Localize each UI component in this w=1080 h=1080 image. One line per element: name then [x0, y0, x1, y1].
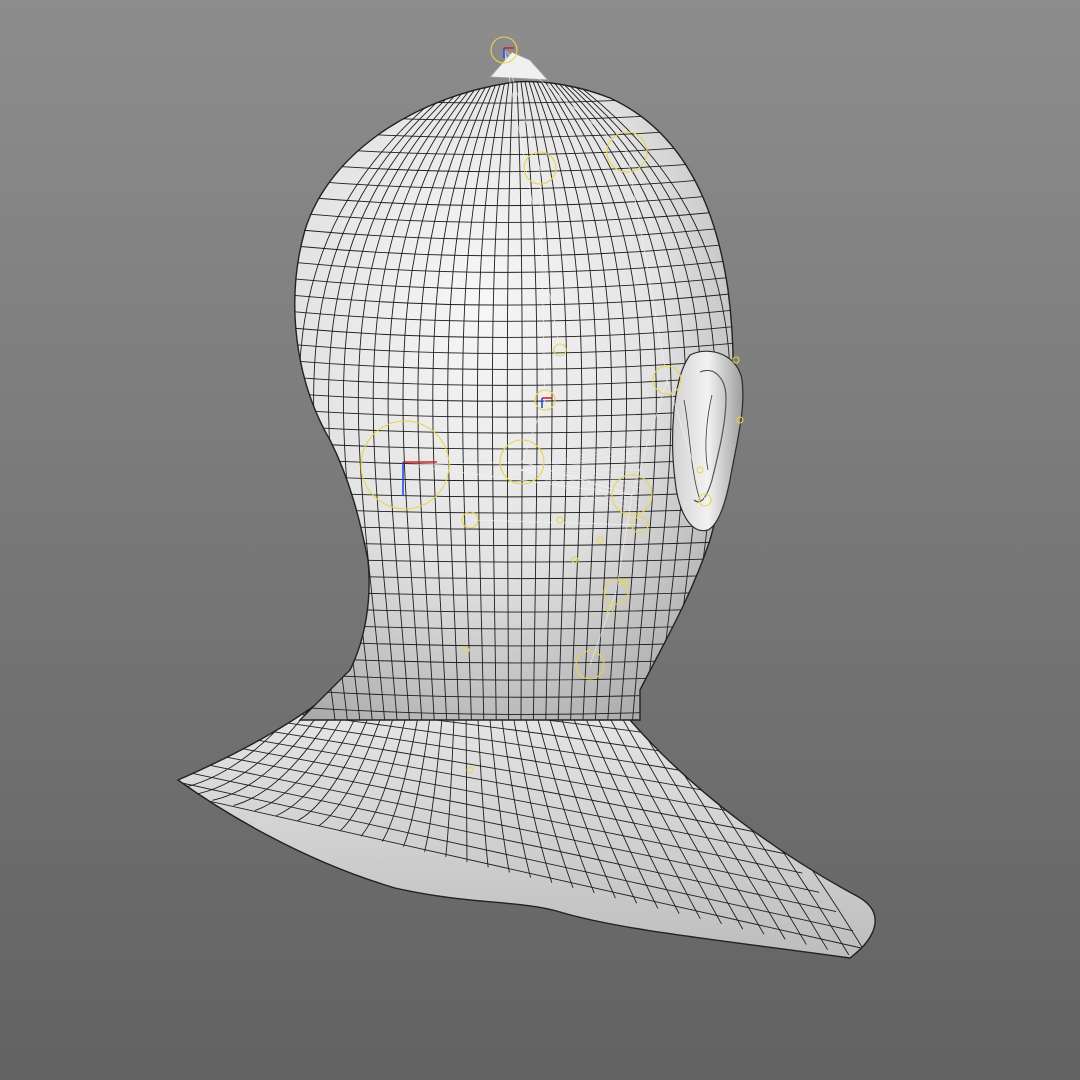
- 3d-viewport[interactable]: [0, 0, 1080, 1080]
- viewport-canvas[interactable]: [0, 0, 1080, 1080]
